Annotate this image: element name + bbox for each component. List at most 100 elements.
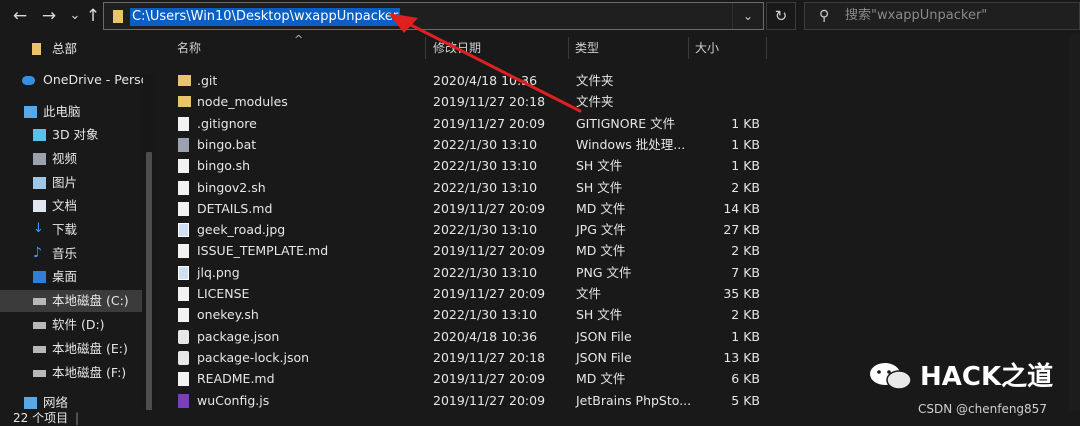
file-row[interactable]: ISSUE_TEMPLATE.md 2019/11/27 20:09 MD 文件 2 … xyxy=(157,240,777,261)
file-row[interactable]: package-lock.json 2019/11/27 20:18 JSON Fi… xyxy=(157,347,777,368)
file-modified-date: 2019/11/27 20:18 xyxy=(433,94,546,110)
search-icon: ⚲ xyxy=(819,8,830,24)
file-row[interactable]: DETAILS.md 2019/11/27 20:09 MD 文件 14 KB xyxy=(157,198,777,219)
computer-icon xyxy=(24,106,37,118)
forward-arrow-icon[interactable]: → xyxy=(37,4,61,28)
address-bar[interactable]: C:\Users\Win10\Desktop\wxappUnpacker ⌄ xyxy=(103,2,764,30)
sidebar-item-label: 图片 xyxy=(52,175,78,190)
sidebar-item-music[interactable]: ♪ 音乐 xyxy=(0,243,142,265)
file-name: LICENSE xyxy=(197,286,250,301)
navigation-pane: 总部 OneDrive - Persc 此电脑 3D 对象 视频 图片 文档 ↓… xyxy=(0,34,155,414)
file-modified-date: 2019/11/27 20:18 xyxy=(433,349,546,365)
sidebar-item-drive-c[interactable]: 本地磁盘 (C:) xyxy=(0,290,142,312)
file-modified-date: 2019/11/27 20:09 xyxy=(433,392,546,408)
file-modified-date: 2022/1/30 13:10 xyxy=(433,158,538,174)
file-row[interactable]: bingov2.sh 2022/1/30 13:10 SH 文件 2 KB xyxy=(157,177,777,198)
file-type: SH 文件 xyxy=(576,179,623,195)
column-divider[interactable] xyxy=(568,37,569,59)
file-row[interactable]: bingo.sh 2022/1/30 13:10 SH 文件 1 KB xyxy=(157,155,777,176)
folder-icon xyxy=(113,10,123,23)
file-modified-date: 2019/11/27 20:09 xyxy=(433,115,546,131)
sidebar-item-videos[interactable]: 视频 xyxy=(0,148,142,170)
sidebar-item-label: 本地磁盘 (F:) xyxy=(52,365,127,380)
file-type: 文件夹 xyxy=(576,73,614,88)
sidebar-item-this-pc[interactable]: 此电脑 xyxy=(0,101,142,123)
file-row[interactable]: onekey.sh 2022/1/30 13:10 SH 文件 2 KB xyxy=(157,304,777,325)
sidebar-scrollbar-thumb[interactable] xyxy=(146,152,152,414)
sidebar-item-quick-access[interactable]: 总部 xyxy=(0,38,142,60)
json-icon xyxy=(178,350,189,365)
drive-icon xyxy=(33,370,46,377)
cube-icon xyxy=(33,129,46,141)
file-row[interactable]: LICENSE 2019/11/27 20:09 文件 35 KB xyxy=(157,283,777,304)
file-row[interactable]: node_modules 2019/11/27 20:18 文件夹 xyxy=(157,91,777,112)
file-icon xyxy=(178,180,189,195)
file-name: .gitignore xyxy=(197,115,257,131)
up-arrow-icon[interactable]: ↑ xyxy=(81,4,105,28)
refresh-button[interactable]: ↻ xyxy=(766,2,796,30)
column-header-name[interactable]: 名称 xyxy=(177,34,201,60)
sidebar-item-label: 此电脑 xyxy=(43,104,81,119)
sidebar-item-documents[interactable]: 文档 xyxy=(0,195,142,217)
cloud-icon xyxy=(22,76,35,85)
json-icon xyxy=(178,329,189,344)
desktop-icon xyxy=(33,271,46,283)
file-size: 1 KB xyxy=(731,115,760,131)
back-arrow-icon[interactable]: ← xyxy=(8,4,32,28)
file-modified-date: 2020/4/18 10:36 xyxy=(433,328,538,344)
watermark-brand: HACK之道 xyxy=(920,362,1054,392)
folder-icon xyxy=(178,96,191,108)
column-header-row: 名称 ^ 修改日期 类型 大小 xyxy=(157,34,1080,60)
column-divider[interactable] xyxy=(425,37,426,59)
column-header-type[interactable]: 类型 xyxy=(575,34,599,60)
file-row[interactable]: .gitignore 2019/11/27 20:09 GITIGNORE 文件 1 … xyxy=(157,113,777,134)
file-row[interactable]: wuConfig.js 2019/11/27 20:09 JetBrains Php… xyxy=(157,390,777,411)
search-placeholder: 搜索"wxappUnpacker" xyxy=(845,8,988,23)
file-name: bingo.sh xyxy=(197,158,251,174)
file-name: README.md xyxy=(197,371,275,387)
address-history-dropdown[interactable]: ⌄ xyxy=(732,3,763,29)
file-icon xyxy=(178,116,189,131)
phpstorm-icon xyxy=(178,393,189,408)
column-divider[interactable] xyxy=(688,37,689,59)
file-row[interactable]: package.json 2020/4/18 10:36 JSON File 1 KB xyxy=(157,326,777,347)
sidebar-item-3d-objects[interactable]: 3D 对象 xyxy=(0,124,142,146)
folder-icon xyxy=(178,75,191,86)
sidebar-item-drive-f[interactable]: 本地磁盘 (F:) xyxy=(0,362,142,384)
column-header-modified[interactable]: 修改日期 xyxy=(433,34,481,60)
file-modified-date: 2022/1/30 13:10 xyxy=(433,222,538,238)
pictures-icon xyxy=(33,177,46,189)
sidebar-item-downloads[interactable]: ↓ 下载 xyxy=(0,219,142,241)
file-icon xyxy=(178,308,189,323)
file-type: Windows 批处理... xyxy=(576,136,686,152)
file-icon xyxy=(178,159,189,174)
sidebar-item-onedrive[interactable]: OneDrive - Persc xyxy=(0,69,148,91)
file-modified-date: 2019/11/27 20:09 xyxy=(433,286,546,301)
file-icon xyxy=(178,287,189,301)
sidebar-item-label: 本地磁盘 (C:) xyxy=(52,293,129,308)
sidebar-item-pictures[interactable]: 图片 xyxy=(0,172,142,194)
sidebar-item-label: 本地磁盘 (E:) xyxy=(52,341,128,356)
file-row[interactable]: .git 2020/4/18 10:36 文件夹 xyxy=(157,70,777,91)
file-size: 1 KB xyxy=(731,136,760,152)
file-list-scrollbar[interactable] xyxy=(1069,34,1080,410)
file-size: 1 KB xyxy=(731,158,760,174)
search-box[interactable]: ⚲ 搜索"wxappUnpacker" xyxy=(804,2,1080,30)
file-type: JSON File xyxy=(576,349,632,365)
file-row[interactable]: jlq.png 2022/1/30 13:10 PNG 文件 7 KB xyxy=(157,262,777,283)
address-path[interactable]: C:\Users\Win10\Desktop\wxappUnpacker xyxy=(130,8,401,26)
file-row[interactable]: geek_road.jpg 2022/1/30 13:10 JPG 文件 27 KB xyxy=(157,219,777,240)
file-type: PNG 文件 xyxy=(576,264,632,280)
file-size: 13 KB xyxy=(723,349,760,365)
sidebar-item-desktop[interactable]: 桌面 xyxy=(0,266,142,288)
file-type: 文件夹 xyxy=(576,94,614,110)
column-header-size[interactable]: 大小 xyxy=(695,34,719,60)
file-name: bingo.bat xyxy=(197,136,257,152)
file-row[interactable]: bingo.bat 2022/1/30 13:10 Windows 批处理... 1 … xyxy=(157,134,777,155)
column-divider[interactable] xyxy=(766,37,767,59)
sidebar-item-drive-d[interactable]: 软件 (D:) xyxy=(0,314,142,336)
file-row[interactable]: README.md 2019/11/27 20:09 MD 文件 6 KB xyxy=(157,368,777,389)
file-size: 5 KB xyxy=(731,392,760,408)
music-icon: ♪ xyxy=(33,245,42,261)
sidebar-item-drive-e[interactable]: 本地磁盘 (E:) xyxy=(0,338,142,360)
